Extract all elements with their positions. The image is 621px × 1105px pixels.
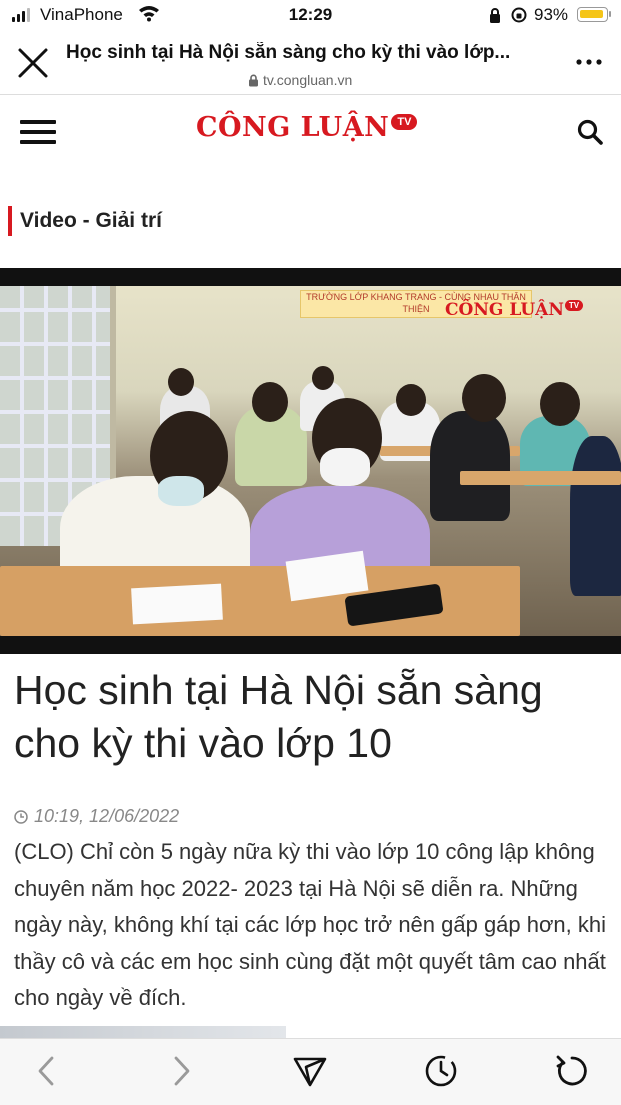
chevron-right-icon[interactable] xyxy=(162,1053,198,1089)
student-figure xyxy=(430,411,510,521)
article-title: Học sinh tại Hà Nội sẵn sàng cho kỳ thi … xyxy=(14,667,543,766)
url-text: tv.congluan.vn xyxy=(263,72,353,88)
logo-tv-badge: TV xyxy=(391,114,418,130)
battery-nub xyxy=(609,11,611,17)
article-lead: (CLO) Chỉ còn 5 ngày nữa kỳ thi vào lớp … xyxy=(14,839,607,1010)
clock-icon xyxy=(14,809,28,824)
video-frame: TRƯỜNG LỚP KHANG TRANG - CÙNG NHAU THÂN … xyxy=(0,286,621,636)
battery-icon xyxy=(577,7,608,22)
browser-toolbar xyxy=(0,1038,621,1105)
student-head xyxy=(396,384,426,416)
rotation-lock-icon xyxy=(511,7,527,23)
site-logo[interactable]: CÔNG LUẬN TV xyxy=(196,112,418,143)
face-mask xyxy=(158,476,204,506)
video-watermark: CÔNG LUẬN TV xyxy=(445,300,584,320)
student-head xyxy=(312,366,334,390)
article-timestamp: 10:19, 12/06/2022 xyxy=(34,806,180,826)
face-mask xyxy=(320,448,370,486)
portrait-lock-icon xyxy=(490,8,500,23)
history-icon[interactable] xyxy=(423,1053,459,1089)
browser-header: Học sinh tại Hà Nội sẵn sàng cho kỳ thi … xyxy=(0,32,621,95)
browser-page-title: Học sinh tại Hà Nội sẵn sàng cho kỳ thi … xyxy=(66,42,511,63)
student-head xyxy=(252,382,288,422)
search-icon[interactable] xyxy=(576,118,604,146)
student-figure xyxy=(570,436,621,596)
battery-percent: 93% xyxy=(534,5,569,24)
send-icon[interactable] xyxy=(292,1053,328,1089)
chevron-left-icon[interactable] xyxy=(30,1053,66,1089)
site-header: CÔNG LUẬN TV xyxy=(0,96,621,170)
video-watermark-text: CÔNG LUẬN xyxy=(445,300,564,320)
url-display[interactable]: tv.congluan.vn xyxy=(248,72,352,88)
hamburger-icon[interactable] xyxy=(20,120,56,146)
exam-paper xyxy=(131,583,223,625)
close-icon[interactable] xyxy=(16,46,50,80)
video-player[interactable]: TRƯỜNG LỚP KHANG TRANG - CÙNG NHAU THÂN … xyxy=(0,268,621,654)
desk xyxy=(460,471,621,485)
student-head xyxy=(462,374,506,422)
video-watermark-badge: TV xyxy=(564,300,584,311)
lock-icon xyxy=(249,74,258,86)
reload-icon[interactable] xyxy=(554,1053,590,1089)
student-head xyxy=(540,382,580,426)
article-meta: 10:19, 12/06/2022 xyxy=(14,806,179,827)
student-head xyxy=(168,368,194,396)
category-label[interactable]: Video - Giải trí xyxy=(8,206,162,236)
more-icon[interactable] xyxy=(574,52,604,72)
logo-text: CÔNG LUẬN xyxy=(196,112,390,143)
status-bar: VinaPhone 12:29 93% xyxy=(0,0,621,32)
